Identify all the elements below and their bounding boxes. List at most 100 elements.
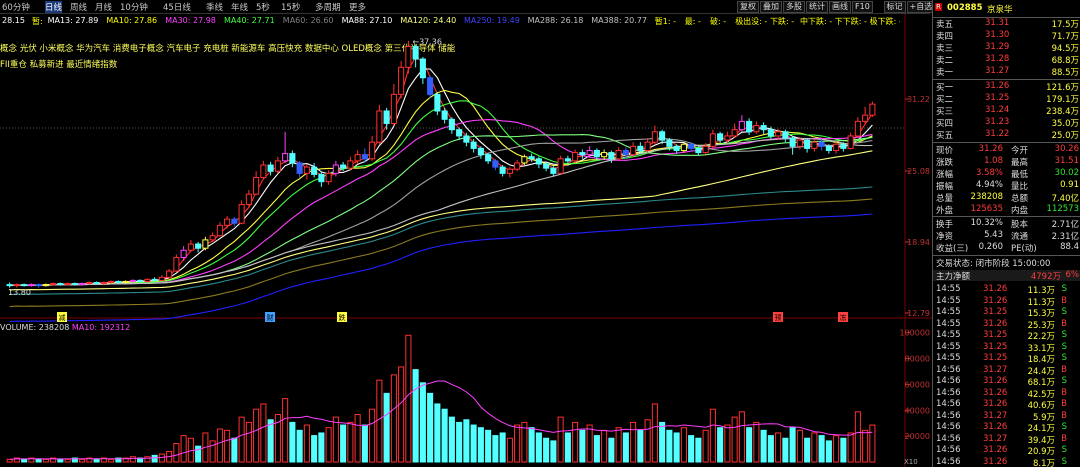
kline-chart[interactable]: 31.2225.0818.9412.7910000080000600004000… — [0, 0, 932, 467]
ask-row: 卖一 31.27 88.5万 — [933, 66, 1080, 78]
tick-side: B — [1061, 295, 1067, 306]
candle-body — [224, 218, 231, 226]
volume-bar — [224, 429, 231, 463]
price-tick: 18.94 — [907, 238, 930, 247]
candle-body — [514, 162, 521, 170]
ask-volume: 71.7万 — [1051, 32, 1079, 42]
volume-bar — [448, 416, 455, 463]
candle-body — [216, 224, 223, 237]
volume-bar — [659, 421, 666, 463]
candle-body — [151, 278, 158, 281]
stat-label: 量比 — [1011, 182, 1029, 192]
candle-body — [376, 110, 383, 143]
candle-body — [137, 279, 144, 282]
candle-body — [709, 133, 716, 147]
tick-time: 14:55 — [936, 284, 961, 294]
price-tick: 25.08 — [907, 167, 930, 176]
trade-status-text: 交易状态: 闭市阶段 15:00:00 — [936, 259, 1051, 269]
tick-row: 14:55 31.26 11.3万 B — [933, 295, 1080, 308]
quote-panel: R 002885 京泉华 卖五 31.31 17.5万 卖四 31.30 71.7万 卖三 3… — [932, 0, 1080, 467]
candle-body — [50, 283, 57, 286]
candle-body — [115, 280, 122, 283]
candle-body — [463, 135, 470, 143]
candle-body — [202, 239, 209, 249]
candle-body — [688, 143, 695, 149]
divider — [933, 255, 1080, 256]
tick-row: 14:55 31.26 11.3万 S — [933, 284, 1080, 296]
net-inflow-pct: 6% — [1065, 270, 1080, 280]
volume-bar — [253, 408, 260, 463]
stat-label: 最低 — [1011, 170, 1029, 180]
candle-body — [398, 66, 405, 95]
candle-body — [811, 141, 818, 149]
candle-body — [209, 235, 216, 241]
ask-volume: 68.8万 — [1051, 56, 1079, 66]
stat-row: 振幅 4.94% 量比 0.91 — [933, 180, 1080, 192]
stat-value: 125635 — [970, 204, 1003, 214]
candle-body — [586, 149, 593, 156]
candle-body — [833, 143, 840, 151]
tick-row: 14:56 31.26 40.6万 B — [933, 399, 1080, 411]
net-inflow-label: 主力净额 — [936, 272, 971, 282]
candle-body — [659, 131, 666, 141]
volume-bar — [354, 413, 361, 463]
stat-label: 现价 — [936, 146, 954, 156]
tick-side: S — [1061, 284, 1067, 294]
ma-line — [9, 213, 873, 323]
tick-price: 31.27 — [983, 410, 1008, 421]
bid-volume: 121.6万 — [1046, 83, 1079, 93]
stat-value: 3.58% — [975, 168, 1003, 178]
candle-body — [448, 118, 455, 131]
candle-body — [608, 152, 615, 160]
tick-side: S — [1061, 376, 1067, 386]
stat-label: 涨跌 — [936, 158, 954, 168]
candle-body — [296, 162, 303, 174]
candle-body — [347, 160, 354, 169]
candle-body — [13, 284, 20, 287]
stat-label: 涨幅 — [936, 170, 954, 180]
tick-price: 31.26 — [983, 445, 1008, 455]
volume-bar — [441, 408, 448, 463]
tick-price: 31.25 — [983, 307, 1008, 317]
stat-value: 238208 — [970, 192, 1003, 202]
candle-body — [717, 133, 724, 141]
volume-bar — [746, 427, 753, 463]
stat-label: 最高 — [1011, 158, 1029, 168]
candle-body — [42, 284, 49, 287]
tick-price: 31.26 — [983, 295, 1008, 306]
candle-body — [166, 270, 173, 278]
tick-row: 14:55 31.26 25.3万 B — [933, 319, 1080, 331]
bid-price: 31.26 — [985, 81, 1010, 91]
tick-side: S — [1061, 307, 1067, 317]
stat-label: 内盘 — [1011, 206, 1029, 216]
stat-value: 2.31亿 — [1051, 232, 1079, 242]
volume-bar — [695, 437, 702, 463]
event-marker-label: 冻 — [840, 313, 847, 322]
tick-volume: 42.5万 — [1027, 389, 1055, 400]
bid-row: 买三 31.24 238.4万 — [933, 105, 1080, 117]
candle-body — [282, 153, 289, 162]
tick-volume: 11.3万 — [1027, 286, 1055, 296]
candle-body — [470, 141, 477, 149]
candle-body — [274, 160, 281, 172]
volume-bar — [688, 435, 695, 463]
stat-value: 2.71亿 — [1051, 220, 1079, 230]
candle-body — [325, 172, 332, 183]
candle-body — [746, 120, 753, 133]
volume-bar — [782, 437, 789, 463]
volume-bar — [260, 403, 267, 463]
volume-bar — [724, 424, 731, 463]
divider — [933, 79, 1080, 80]
candle-body — [557, 158, 564, 174]
candle-body — [528, 156, 535, 160]
candle-body — [434, 93, 441, 112]
x10-label: X10 — [904, 458, 918, 466]
tick-side: B — [1061, 364, 1067, 375]
stat-value: 5.43 — [984, 230, 1003, 240]
volume-bar — [789, 427, 796, 463]
candle-body — [57, 283, 64, 286]
volume-bar — [144, 456, 151, 463]
tick-volume: 22.2万 — [1027, 332, 1055, 342]
bid-volume: 238.4万 — [1046, 107, 1079, 117]
candle-body — [187, 243, 194, 251]
